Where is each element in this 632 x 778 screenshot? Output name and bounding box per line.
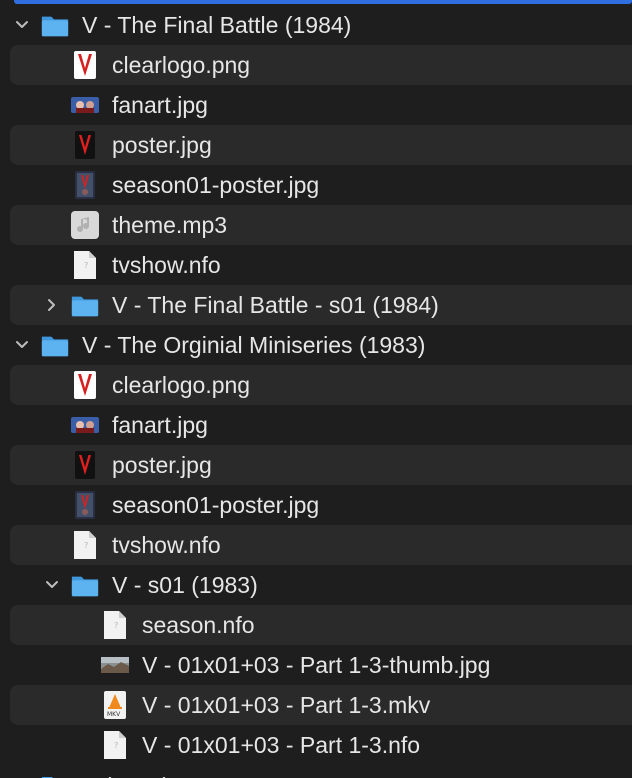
folder-icon	[40, 331, 70, 359]
document-icon: ?	[100, 731, 130, 759]
row-label: tvshow.nfo	[112, 252, 221, 278]
row-label: season01-poster.jpg	[112, 492, 320, 518]
document-icon: ?	[70, 531, 100, 559]
row-label: theme.mp3	[112, 212, 228, 238]
folder-icon	[70, 571, 100, 599]
file-row[interactable]: V - 01x01+03 - Part 1-3-thumb.jpg	[10, 645, 632, 685]
row-label: season.nfo	[142, 612, 255, 638]
svg-text:MKV: MKV	[107, 711, 121, 718]
row-label: fanart.jpg	[112, 92, 208, 118]
folder-row[interactable]: V - The Orginial Miniseries (1983)	[10, 325, 632, 365]
list-item-label: V (1984)	[82, 766, 170, 778]
svg-text:?: ?	[114, 741, 118, 750]
audio-file-icon	[70, 211, 100, 239]
document-icon: ?	[100, 611, 130, 639]
svg-text:?: ?	[114, 621, 118, 630]
row-label: fanart.jpg	[112, 412, 208, 438]
file-row[interactable]: ? tvshow.nfo	[10, 245, 632, 285]
row-label: V - The Orginial Miniseries (1983)	[82, 332, 426, 358]
list-item-partial[interactable]: V (1984)	[10, 766, 632, 778]
row-label: poster.jpg	[112, 452, 212, 478]
file-row[interactable]: season01-poster.jpg	[10, 485, 632, 525]
file-row[interactable]: season01-poster.jpg	[10, 165, 632, 205]
svg-text:?: ?	[84, 541, 88, 550]
file-row[interactable]: theme.mp3	[10, 205, 632, 245]
disclosure-chevron-down-icon[interactable]	[12, 5, 32, 45]
poster-icon	[70, 451, 100, 479]
folder-icon	[40, 772, 72, 778]
row-label: V - s01 (1983)	[112, 572, 258, 598]
document-icon: ?	[70, 251, 100, 279]
row-label: tvshow.nfo	[112, 532, 221, 558]
folder-row[interactable]: V - The Final Battle - s01 (1984)	[10, 285, 632, 325]
row-label: season01-poster.jpg	[112, 172, 320, 198]
fanart-icon	[70, 91, 100, 119]
row-label: V - 01x01+03 - Part 1-3-thumb.jpg	[142, 652, 491, 678]
file-row[interactable]: fanart.jpg	[10, 85, 632, 125]
file-row[interactable]: ? season.nfo	[10, 605, 632, 645]
file-row[interactable]: ? tvshow.nfo	[10, 525, 632, 565]
folder-row[interactable]: V - The Final Battle (1984)	[10, 5, 632, 45]
clearlogo-icon	[70, 371, 100, 399]
file-row[interactable]: poster.jpg	[10, 445, 632, 485]
svg-text:?: ?	[84, 261, 88, 270]
season-poster-icon	[70, 491, 100, 519]
mkv-video-icon: MKV	[100, 691, 130, 719]
file-row[interactable]: clearlogo.png	[10, 45, 632, 85]
folder-icon	[40, 11, 70, 39]
file-row[interactable]: MKV V - 01x01+03 - Part 1-3.mkv	[10, 685, 632, 725]
row-label: clearlogo.png	[112, 52, 251, 78]
folder-icon	[70, 291, 100, 319]
file-row[interactable]: clearlogo.png	[10, 365, 632, 405]
fanart-icon	[70, 411, 100, 439]
disclosure-chevron-down-icon[interactable]	[12, 325, 32, 365]
row-label: V - The Final Battle - s01 (1984)	[112, 292, 439, 318]
row-label: clearlogo.png	[112, 372, 251, 398]
season-poster-icon	[70, 171, 100, 199]
clearlogo-icon	[70, 51, 100, 79]
row-label: V - 01x01+03 - Part 1-3.mkv	[142, 692, 431, 718]
selection-highlight-edge	[14, 0, 632, 4]
file-row[interactable]: ? V - 01x01+03 - Part 1-3.nfo	[10, 725, 632, 765]
row-label: V - The Final Battle (1984)	[82, 12, 352, 38]
poster-icon	[70, 131, 100, 159]
row-label: poster.jpg	[112, 132, 212, 158]
file-row[interactable]: poster.jpg	[10, 125, 632, 165]
disclosure-chevron-right-icon[interactable]	[42, 285, 62, 325]
image-thumbnail-icon	[100, 651, 130, 679]
row-label: V - 01x01+03 - Part 1-3.nfo	[142, 732, 421, 758]
disclosure-chevron-down-icon[interactable]	[42, 565, 62, 605]
folder-row[interactable]: V - s01 (1983)	[10, 565, 632, 605]
file-row[interactable]: fanart.jpg	[10, 405, 632, 445]
finder-list-pane: V - The Final Battle (1984) clearlogo.png…	[0, 0, 632, 778]
